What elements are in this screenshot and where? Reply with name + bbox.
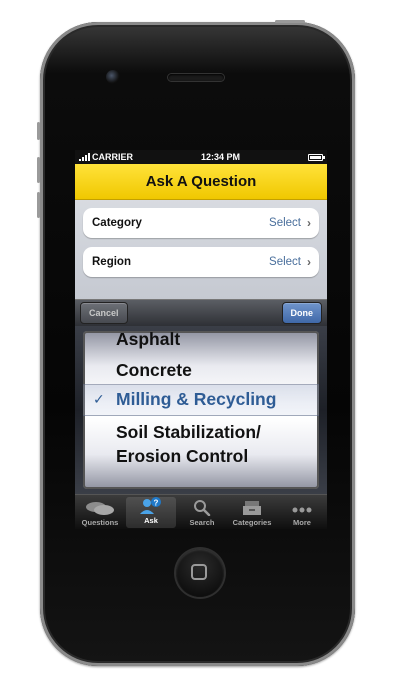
battery-icon bbox=[307, 153, 325, 161]
page-title: Ask A Question bbox=[75, 164, 327, 200]
tab-more-label: More bbox=[293, 518, 311, 527]
tab-more[interactable]: More bbox=[277, 495, 327, 529]
silent-switch bbox=[37, 122, 40, 140]
picker-option-asphalt[interactable]: Asphalt bbox=[83, 331, 319, 349]
picker-option-soil-stabilization[interactable]: Soil Stabilization/ bbox=[83, 422, 319, 442]
picker-toolbar: Cancel Done bbox=[75, 299, 327, 326]
done-button[interactable]: Done bbox=[281, 302, 322, 324]
front-camera bbox=[106, 70, 120, 84]
volume-up-button bbox=[37, 157, 40, 183]
picker-option-erosion-control[interactable]: Erosion Control bbox=[83, 446, 319, 466]
checkmark-icon: ✓ bbox=[93, 391, 105, 407]
earpiece-speaker bbox=[168, 74, 224, 81]
tab-ask[interactable]: ? Ask bbox=[126, 497, 176, 528]
sleep-button bbox=[275, 20, 305, 23]
question-form: Category Select › Region Select › bbox=[75, 200, 327, 299]
picker-option-concrete[interactable]: Concrete bbox=[83, 360, 319, 380]
region-row[interactable]: Region Select › bbox=[83, 247, 319, 277]
signal-icon bbox=[79, 153, 90, 161]
tab-questions-label: Questions bbox=[81, 518, 119, 527]
cancel-button[interactable]: Cancel bbox=[80, 302, 128, 324]
ask-person-icon: ? bbox=[140, 497, 161, 514]
carrier-label: CARRIER bbox=[92, 152, 134, 162]
chevron-right-icon: › bbox=[307, 255, 311, 269]
tab-bar: Questions ? Ask Search Categories More bbox=[75, 494, 327, 529]
picker-wheel[interactable]: Asphalt Concrete Milling & Recycling ✓ S… bbox=[83, 331, 319, 489]
region-label: Region bbox=[92, 256, 131, 268]
volume-down-button bbox=[37, 192, 40, 218]
home-square-icon bbox=[191, 564, 207, 580]
tab-ask-label: Ask bbox=[144, 516, 158, 525]
tab-search[interactable]: Search bbox=[177, 495, 227, 529]
svg-text:?: ? bbox=[154, 499, 159, 508]
category-label: Category bbox=[92, 217, 142, 229]
category-row[interactable]: Category Select › bbox=[83, 208, 319, 238]
status-bar: CARRIER 12:34 PM bbox=[75, 150, 327, 164]
app-screen: CARRIER 12:34 PM Ask A Question Category… bbox=[75, 150, 327, 529]
magnifier-icon bbox=[194, 500, 211, 516]
tab-categories[interactable]: Categories bbox=[227, 495, 277, 529]
tray-icon bbox=[243, 501, 261, 515]
speech-bubbles-icon bbox=[86, 502, 114, 515]
home-button[interactable] bbox=[176, 549, 224, 597]
category-select-value: Select bbox=[269, 217, 301, 229]
ellipsis-icon bbox=[292, 507, 312, 513]
picker-option-milling-recycling[interactable]: Milling & Recycling bbox=[83, 389, 319, 409]
chevron-right-icon: › bbox=[307, 216, 311, 230]
category-picker: Asphalt Concrete Milling & Recycling ✓ S… bbox=[75, 326, 327, 494]
region-select-value: Select bbox=[269, 256, 301, 268]
tab-search-label: Search bbox=[189, 518, 215, 527]
tab-categories-label: Categories bbox=[232, 518, 272, 527]
tab-questions[interactable]: Questions bbox=[75, 495, 125, 529]
clock: 12:34 PM bbox=[200, 152, 241, 162]
